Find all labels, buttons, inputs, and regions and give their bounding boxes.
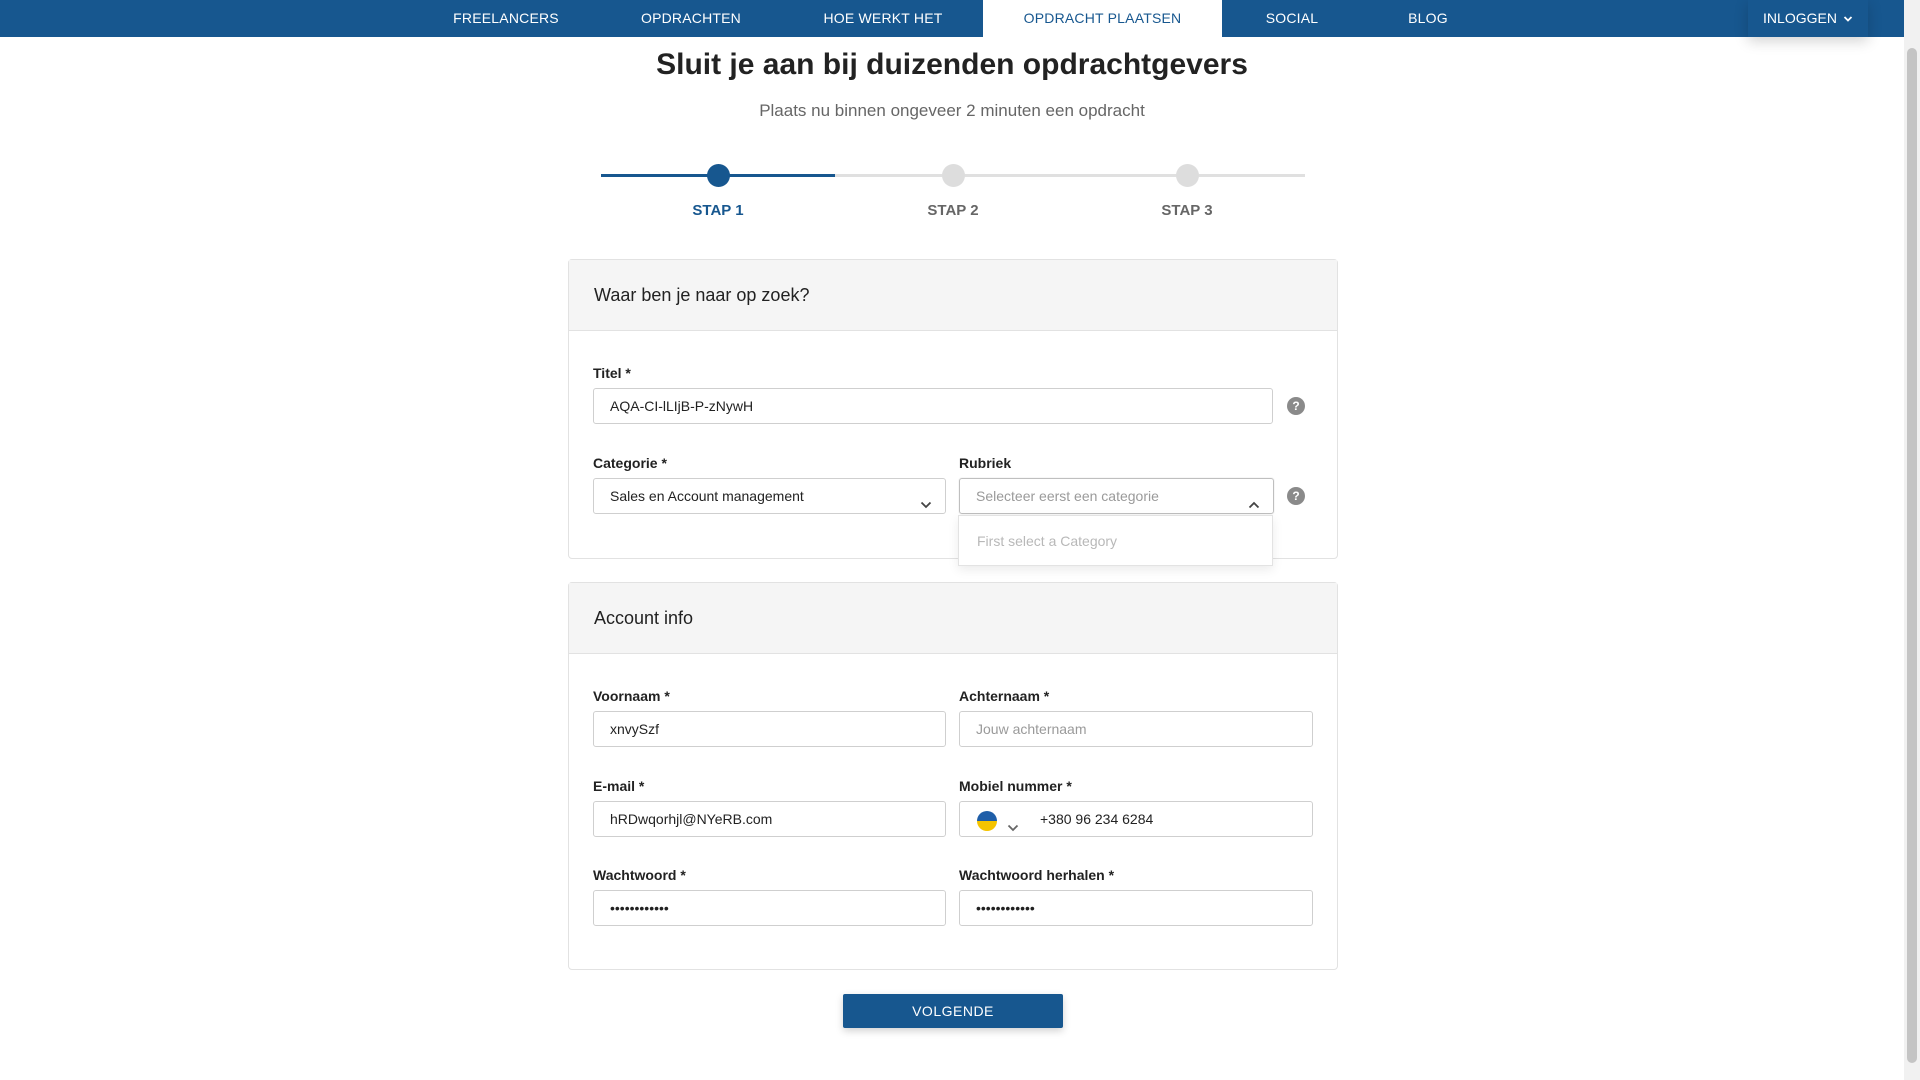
search-card: Waar ben je naar op zoek? Titel * AQA-CI… [568,259,1338,559]
titel-label: Titel * [593,365,631,381]
step-3-dot [1176,164,1199,187]
rubriek-select[interactable]: Selecteer eerst een categorie [959,478,1274,514]
login-label: INLOGGEN [1763,10,1837,26]
chevron-down-icon [919,490,933,513]
volgende-button[interactable]: VOLGENDE [843,994,1063,1028]
mobiel-value: +380 96 234 6284 [1040,811,1154,827]
login-button[interactable]: INLOGGEN [1748,0,1868,37]
titel-input[interactable]: AQA-CI-lLIjB-P-zNywH [593,388,1273,424]
rubriek-dropdown-option: First select a Category [958,515,1273,566]
categorie-label: Categorie * [593,455,667,471]
top-nav: FREELANCERS OPDRACHTEN HOE WERKT HET OPD… [0,0,1904,37]
voornaam-input[interactable]: xnvySzf [593,711,946,747]
titel-help-icon[interactable]: ? [1287,397,1305,415]
wachtwoord-input[interactable]: •••••••••••• [593,890,946,926]
step-2-label: STAP 2 [927,202,979,219]
step-2-dot [942,164,965,187]
scrollbar-thumb[interactable] [1907,48,1917,1063]
chevron-down-icon [1843,1,1853,38]
wachtwoord-herhalen-label: Wachtwoord herhalen * [959,867,1115,883]
mobiel-label: Mobiel nummer * [959,778,1072,794]
rubriek-label: Rubriek [959,455,1012,471]
page-subtitle: Plaats nu binnen ongeveer 2 minuten een … [759,101,1145,120]
nav-item-opdracht-plaatsen[interactable]: OPDRACHT PLAATSEN [983,0,1222,37]
achternaam-input[interactable]: Jouw achternaam [959,711,1313,747]
wachtwoord-label: Wachtwoord * [593,867,686,883]
page-title: Sluit je aan bij duizenden opdrachtgever… [656,48,1248,81]
account-card: Account info Voornaam * xnvySzf Achterna… [568,582,1338,970]
search-card-title: Waar ben je naar op zoek? [569,260,1337,331]
email-label: E-mail * [593,778,645,794]
ukraine-flag-icon[interactable] [977,811,997,831]
nav-item-freelancers[interactable]: FREELANCERS [436,0,576,37]
progress-stepper: STAP 1 STAP 2 STAP 3 [601,160,1305,230]
rubriek-help-icon[interactable]: ? [1287,487,1305,505]
categorie-select[interactable]: Sales en Account management [593,478,946,514]
step-3-label: STAP 3 [1161,202,1213,219]
step-1-dot [707,164,730,187]
step-1-label: STAP 1 [692,202,744,219]
chevron-down-icon[interactable] [1006,813,1020,836]
nav-item-social[interactable]: SOCIAL [1222,0,1362,37]
nav-item-blog[interactable]: BLOG [1378,0,1478,37]
wachtwoord-herhalen-input[interactable]: •••••••••••• [959,890,1313,926]
voornaam-label: Voornaam * [593,688,670,704]
mobiel-input[interactable]: +380 96 234 6284 [959,801,1313,837]
step-line-pending [835,174,1305,177]
chevron-up-icon [1247,490,1261,513]
nav-item-hoe-werkt-het[interactable]: HOE WERKT HET [807,0,959,37]
email-input[interactable]: hRDwqorhjl@NYeRB.com [593,801,946,837]
account-card-title: Account info [569,583,1337,654]
categorie-value: Sales en Account management [610,488,804,504]
vertical-scrollbar[interactable] [1904,0,1920,1080]
rubriek-placeholder: Selecteer eerst een categorie [976,488,1159,504]
achternaam-label: Achternaam * [959,688,1050,704]
nav-item-opdrachten[interactable]: OPDRACHTEN [621,0,761,37]
